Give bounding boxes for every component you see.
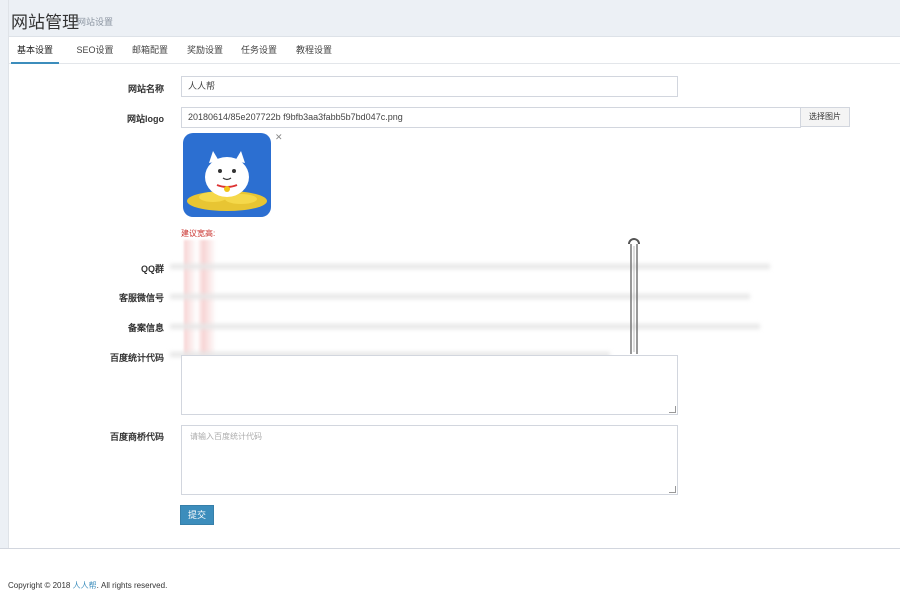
site-logo-path-input[interactable]: 20180614/85e207722b f9bfb3aa3fabb5b7bd04… [181, 107, 801, 128]
baidu-stats-label: 百度统计代码 [109, 353, 164, 363]
tab-basic-settings[interactable]: 基本设置 [11, 38, 59, 64]
icp-label: 备案信息 [127, 323, 164, 333]
qq-group-label: QQ群 [140, 264, 164, 274]
footer-site-link[interactable]: 人人帮 [73, 581, 97, 590]
qq-group-input[interactable] [170, 264, 770, 269]
icp-input[interactable] [170, 324, 760, 329]
tab-seo-settings[interactable]: SEO设置 [71, 38, 119, 62]
footer: Copyright © 2018 人人帮. All rights reserve… [0, 548, 900, 601]
tab-reward-settings[interactable]: 奖励设置 [181, 38, 229, 62]
tab-email-config[interactable]: 邮箱配置 [126, 38, 174, 62]
baidu-bridge-label: 百度商桥代码 [109, 432, 164, 442]
baidu-bridge-textarea[interactable]: 请输入百度统计代码 [181, 425, 678, 495]
page-subtitle: 网站设置 [77, 17, 114, 27]
copyright-suffix: . All rights reserved. [96, 581, 168, 590]
copyright-prefix: Copyright © 2018 [8, 581, 71, 590]
submit-button[interactable]: 提交 [180, 505, 214, 525]
service-wechat-label: 客服微信号 [118, 293, 164, 303]
site-name-label: 网站名称 [127, 84, 164, 94]
site-name-input[interactable]: 人人帮 [181, 76, 678, 97]
remove-logo-icon[interactable]: ✕ [275, 132, 283, 143]
page-title: 网站管理 [11, 13, 79, 32]
baidu-stats-textarea[interactable] [181, 355, 678, 415]
service-wechat-input[interactable] [170, 294, 750, 299]
copyright-text: Copyright © 2018 人人帮. All rights reserve… [8, 580, 167, 591]
choose-image-button[interactable]: 选择图片 [800, 107, 850, 127]
baidu-bridge-placeholder: 请输入百度统计代码 [190, 432, 262, 441]
tab-tutorial-settings[interactable]: 教程设置 [290, 38, 338, 62]
scroll-handle-icon [628, 238, 640, 354]
tab-task-settings[interactable]: 任务设置 [235, 38, 283, 62]
logo-preview-image [183, 133, 271, 217]
logo-size-hint: 建议宽高: [181, 229, 216, 238]
page-header: 网站管理 网站设置 [9, 0, 900, 37]
tab-bar: 基本设置 SEO设置 邮箱配置 奖励设置 任务设置 教程设置 [9, 38, 900, 64]
resize-handle-icon[interactable] [669, 486, 676, 493]
blurred-overlay [184, 240, 216, 370]
resize-handle-icon[interactable] [669, 406, 676, 413]
site-logo-label: 网站logo [127, 114, 164, 124]
